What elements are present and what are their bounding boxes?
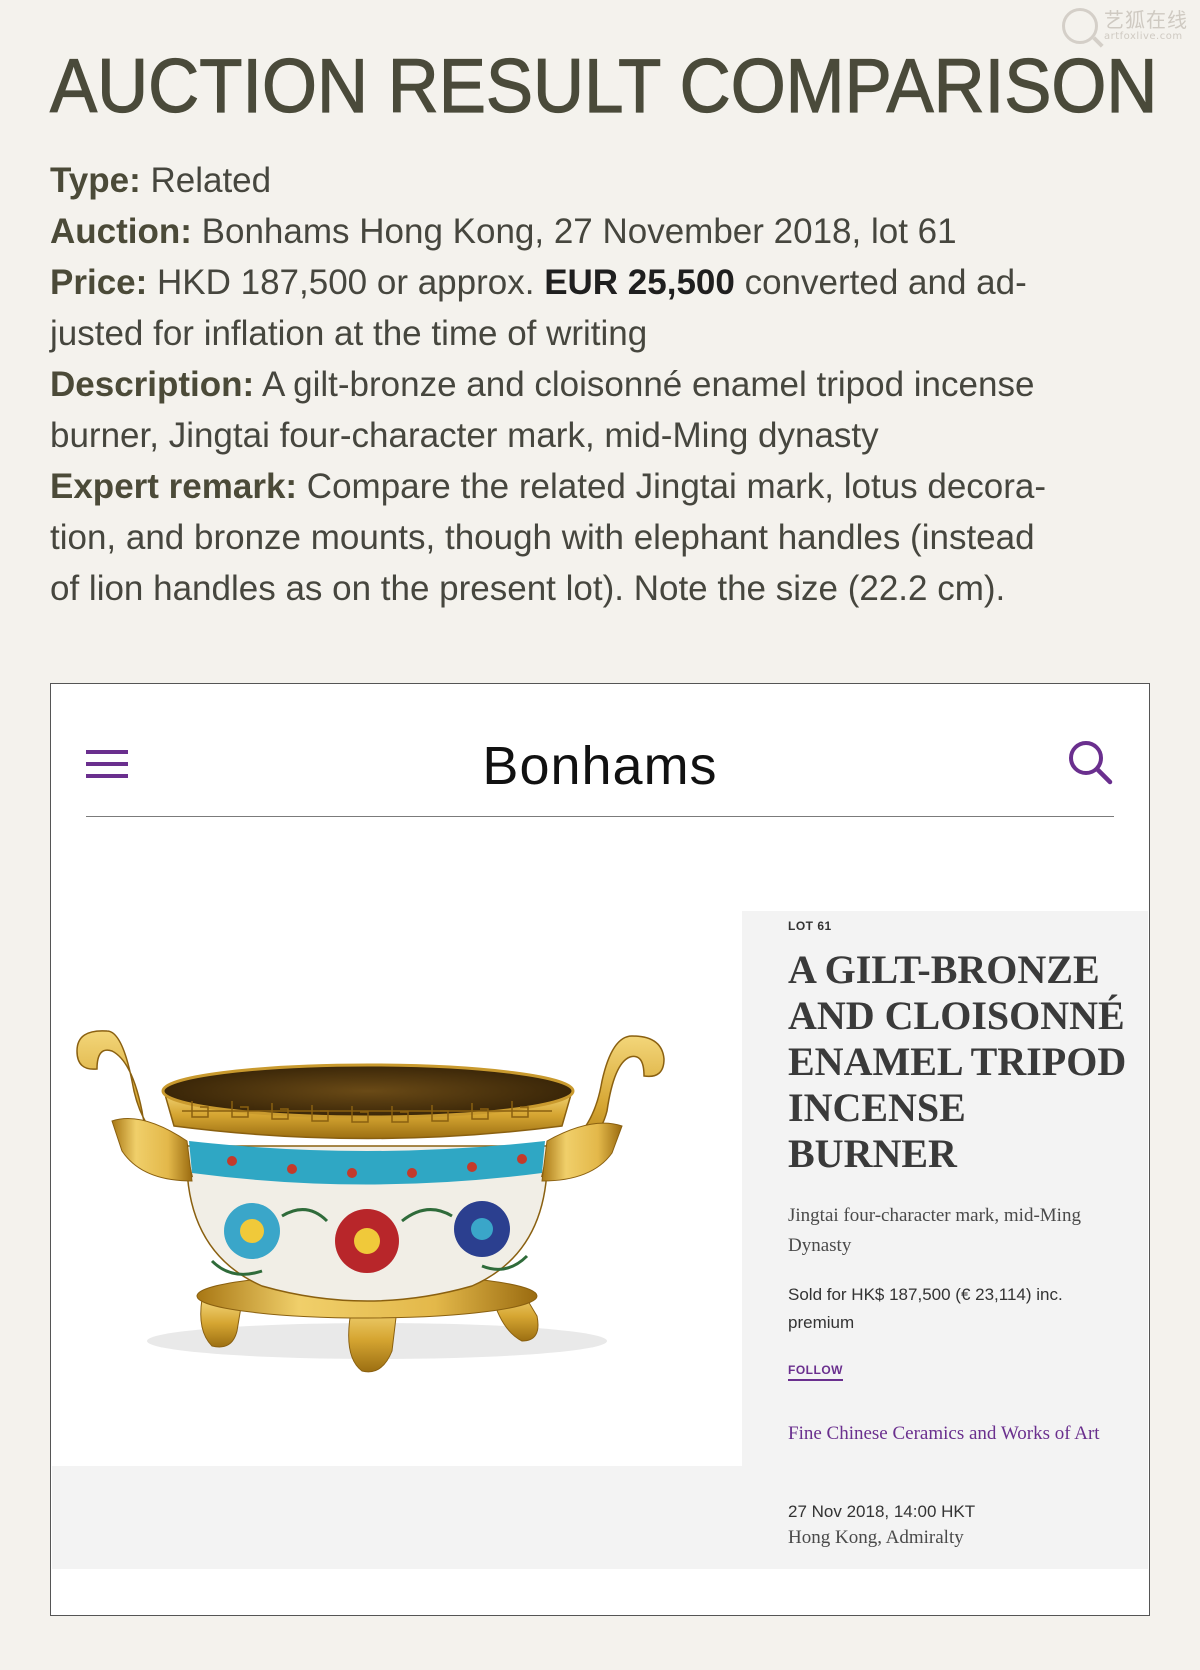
price-suffix: converted and ad- [734, 263, 1027, 302]
price-eur: EUR 25,500 [544, 263, 735, 302]
sale-location: Hong Kong, Admiralty [788, 1527, 964, 1548]
description-line-2: burner, Jingtai four-character mark, mid… [50, 416, 879, 455]
price-row: Price: HKD 187,500 or approx. EUR 25,500… [50, 257, 1155, 308]
incense-burner-image [76, 1030, 665, 1373]
sale-date: 27 Nov 2018, 14:00 HKT [788, 1502, 976, 1521]
lot-title-line-5: BURNER [788, 1131, 957, 1176]
auction-screenshot: Bonhams LOT 61 A GILT-BRONZE AND CLOISON… [50, 683, 1150, 1616]
follow-button[interactable]: FOLLOW [788, 1363, 843, 1381]
auction-label: Auction: [50, 212, 192, 251]
remark-row-3: of lion handles as on the present lot). … [50, 563, 1155, 614]
remark-line-1: Compare the related Jingtai mark, lotus … [297, 467, 1047, 506]
search-icon[interactable] [1066, 738, 1114, 786]
remark-line-2: tion, and bronze mounts, though with ele… [50, 518, 1035, 557]
sale-name-link[interactable]: Fine Chinese Ceramics and Works of Art [788, 1419, 1133, 1449]
site-header: Bonhams [86, 684, 1114, 817]
page-title: AUCTION RESULT COMPARISON [49, 43, 1158, 129]
remark-row-2: tion, and bronze mounts, though with ele… [50, 512, 1155, 563]
watermark-text-en: artfoxlive.com [1104, 31, 1183, 42]
description-label: Description: [50, 365, 255, 404]
type-row: Type: Related [50, 155, 1155, 206]
auction-value: Bonhams Hong Kong, 27 November 2018, lot… [191, 212, 957, 251]
image-footer-band [52, 1466, 742, 1569]
site-logo[interactable]: Bonhams [86, 736, 1114, 796]
watermark-logo-icon [1062, 8, 1098, 44]
price-label: Price: [50, 263, 148, 302]
lot-title: A GILT-BRONZE AND CLOISONNÉ ENAMEL TRIPO… [788, 947, 1138, 1177]
lot-details-panel: LOT 61 A GILT-BRONZE AND CLOISONNÉ ENAME… [742, 911, 1148, 1569]
watermark-text-cn: 艺狐在线 [1104, 8, 1188, 32]
lot-subtitle: Jingtai four-character mark, mid-Ming Dy… [788, 1205, 1081, 1256]
remark-label: Expert remark: [50, 467, 298, 506]
remark-line-3: of lion handles as on the present lot). … [50, 569, 1006, 608]
comparison-info: Type: Related Auction: Bonhams Hong Kong… [50, 155, 1155, 614]
description-line-1: A gilt-bronze and cloisonné enamel tripo… [254, 365, 1035, 404]
watermark: 艺狐在线 artfoxlive.com [1062, 8, 1188, 44]
lot-image[interactable] [52, 911, 742, 1466]
lot-title-line-1: A GILT-BRONZE [788, 947, 1100, 992]
sold-price: Sold for HK$ 187,500 (€ 23,114) inc. pre… [788, 1285, 1063, 1332]
lot-title-line-4: INCENSE [788, 1085, 966, 1130]
remark-row: Expert remark: Compare the related Jingt… [50, 461, 1155, 512]
type-label: Type: [50, 161, 141, 200]
type-value: Related [140, 161, 272, 200]
auction-row: Auction: Bonhams Hong Kong, 27 November … [50, 206, 1155, 257]
lot-title-line-3: ENAMEL TRIPOD [788, 1039, 1127, 1084]
price-prefix: HKD 187,500 or approx. [147, 263, 545, 302]
description-row-2: burner, Jingtai four-character mark, mid… [50, 410, 1155, 461]
description-row: Description: A gilt-bronze and cloisonné… [50, 359, 1155, 410]
lot-title-line-2: AND CLOISONNÉ [788, 993, 1125, 1038]
price-line-2: justed for inflation at the time of writ… [50, 314, 648, 353]
lot-number: LOT 61 [788, 919, 832, 933]
price-row-2: justed for inflation at the time of writ… [50, 308, 1155, 359]
